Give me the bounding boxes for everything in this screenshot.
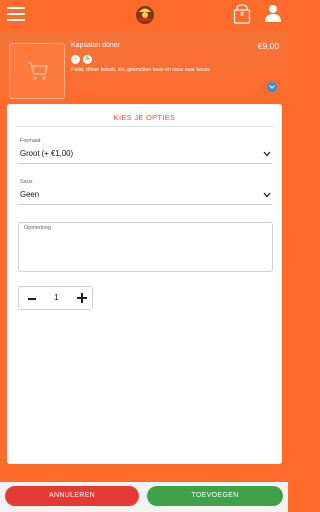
quantity-stepper: 1: [18, 286, 93, 310]
remark-textarea[interactable]: Opmerking: [18, 222, 273, 272]
diet-badges: ♁ ♨: [71, 55, 92, 64]
cart-button[interactable]: 0: [233, 4, 251, 24]
cancel-button[interactable]: ANNULEREN: [5, 486, 139, 506]
user-icon: [265, 5, 281, 22]
product-header: Kapsalon döner €9,00 ♁ ♨ Patat, döner ke…: [0, 32, 288, 104]
divider: [15, 126, 274, 127]
remark-label: Opmerking: [24, 225, 51, 231]
format-select[interactable]: Formaat Groot (+ €1,00): [18, 138, 272, 164]
product-image-placeholder: [9, 43, 65, 99]
options-modal: KIES JE OPTIES Formaat Groot (+ €1,00) S…: [7, 104, 282, 464]
sauce-label: Saus: [20, 179, 33, 185]
format-label: Formaat: [20, 138, 41, 144]
sauce-select[interactable]: Saus Geen: [18, 179, 272, 205]
sauce-value: Geen: [20, 190, 40, 199]
cart-count: 0: [240, 12, 244, 18]
format-value: Groot (+ €1,00): [20, 149, 74, 158]
chevron-down-icon: [269, 85, 275, 89]
halal-icon: ♁: [71, 55, 80, 64]
product-description: Patat, döner kebab, sla, gesmolten kaas …: [71, 67, 211, 73]
menu-icon[interactable]: [7, 7, 25, 21]
increase-button[interactable]: [77, 293, 87, 303]
add-to-cart-button[interactable]: TOEVOEGEN: [147, 486, 283, 506]
spicy-icon: ♨: [83, 55, 92, 64]
modal-title: KIES JE OPTIES: [113, 113, 176, 122]
chevron-down-icon: [263, 192, 271, 198]
product-name: Kapsalon döner: [71, 42, 121, 49]
top-bar: 0: [0, 0, 288, 32]
product-price: €9,00: [257, 41, 279, 51]
restaurant-logo: [133, 3, 157, 27]
cart-icon: [28, 62, 49, 80]
chevron-down-icon: [263, 151, 271, 157]
expand-button[interactable]: [267, 82, 277, 92]
account-button[interactable]: [264, 4, 282, 22]
action-bar: ANNULEREN TOEVOEGEN: [0, 482, 288, 512]
